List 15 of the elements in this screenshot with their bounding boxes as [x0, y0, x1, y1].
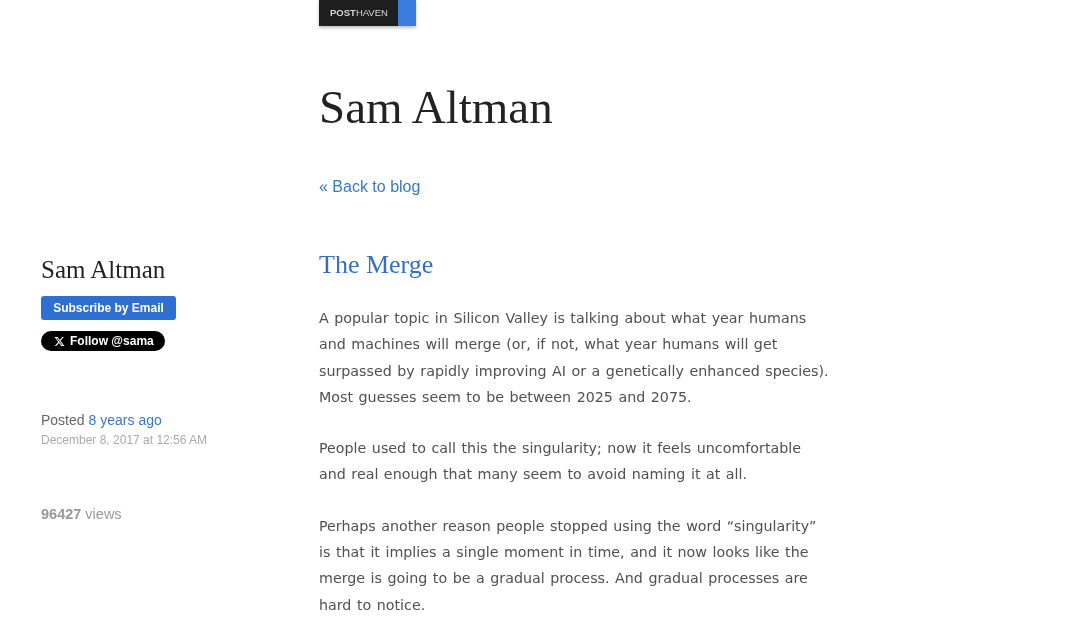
author-name: Sam Altman: [41, 255, 166, 285]
subscribe-button[interactable]: Subscribe by Email: [41, 296, 176, 320]
body-paragraph: People used to call this the singularity; now it feels uncomfortable and real enough that many seem to avoid naming it at all.: [319, 439, 802, 485]
blog-title: Sam Altman: [319, 80, 553, 135]
post-title: The Merge: [319, 249, 434, 281]
post-date: December 8, 2017 at 12:56 AM: [41, 432, 208, 449]
body-paragraph: A popular topic in Silicon Valley is talking about what year humans and machines will merge (or, if not, what year humans will get surpassed by rapidly improving AI or a genetically enhanced species). Most guesses seem to be between 2025 and 2075.: [319, 309, 830, 407]
follow-button[interactable]: Follow @sama: [41, 331, 165, 351]
posted-link[interactable]: 8 years ago: [88, 409, 162, 431]
back-to-blog-link[interactable]: « Back to blog: [319, 175, 421, 199]
body-paragraph: Perhaps another reason people stopped using the word “singularity” is that it implies a single moment in time, and it now looks like the merge is going to be a gradual process. And gradual processes are hard to notice.: [319, 516, 818, 615]
posted-label: Posted: [41, 411, 85, 430]
x-logo-icon: [54, 335, 65, 347]
site-badge-link[interactable]: POSTHAVEN: [319, 0, 416, 26]
views-count: 96427 views: [41, 505, 122, 524]
